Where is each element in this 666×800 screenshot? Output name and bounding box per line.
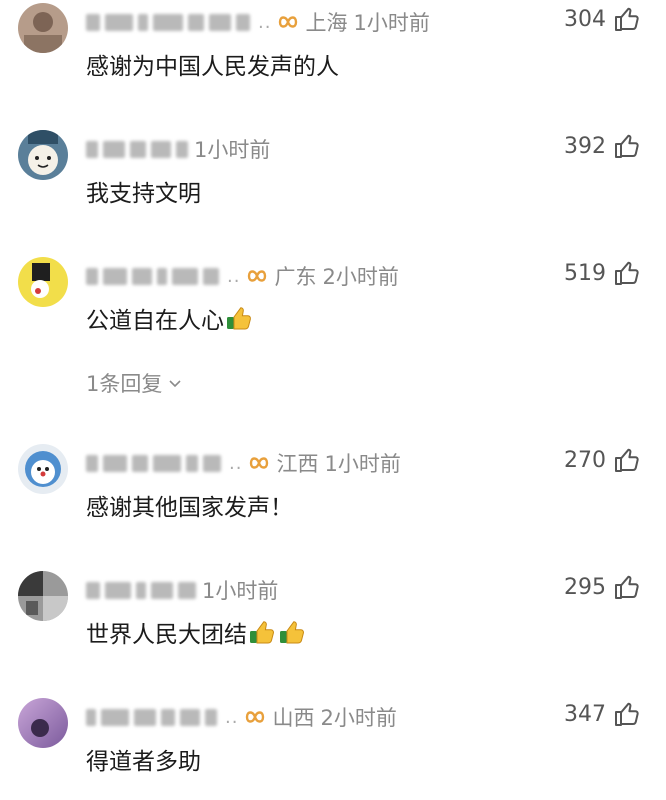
location: 山西 (272, 706, 315, 730)
timestamp: 1小时前 (194, 138, 271, 162)
thumb-up-outline-icon[interactable] (612, 700, 640, 728)
thumb-up-outline-icon[interactable] (612, 259, 640, 287)
comment-list: .. 上海 1小时前 304 感谢为中国人民发声的人 1小时前 392 我支持文… (0, 0, 666, 800)
avatar[interactable] (18, 444, 68, 494)
location: 上海 (305, 11, 348, 35)
like-count: 270 (564, 447, 606, 473)
thumb-up-outline-icon[interactable] (612, 573, 640, 601)
username-blurred[interactable] (86, 581, 196, 599)
location: 江西 (276, 452, 319, 476)
name-ellipsis: .. (258, 11, 272, 33)
thumbs-up-emoji-icon (227, 307, 251, 330)
avatar[interactable] (18, 3, 68, 53)
username-blurred[interactable] (86, 267, 219, 285)
comment-text: 我支持文明 (86, 181, 201, 207)
like-control[interactable]: 295 (564, 573, 640, 601)
like-control[interactable]: 392 (564, 132, 640, 160)
like-control[interactable]: 347 (564, 700, 640, 728)
comment-text: 感谢其他国家发声！ (86, 495, 293, 521)
infinity-badge-icon (246, 711, 265, 723)
name-ellipsis: .. (229, 452, 243, 474)
avatar[interactable] (18, 571, 68, 621)
comment-meta: .. 江西 1小时前 (86, 448, 401, 478)
username-blurred[interactable] (86, 140, 188, 158)
comment-meta: 1小时前 (86, 134, 270, 164)
chevron-down-icon (169, 380, 181, 388)
location: 广东 (274, 265, 317, 289)
infinity-badge-icon (250, 457, 269, 469)
infinity-badge-icon (248, 270, 267, 282)
like-count: 347 (564, 701, 606, 727)
name-ellipsis: .. (225, 706, 239, 728)
comment-text: 公道自在人心 (86, 308, 224, 334)
like-control[interactable]: 519 (564, 259, 640, 287)
comment-meta: .. 广东 2小时前 (86, 261, 399, 291)
infinity-badge-icon (279, 16, 298, 28)
comment-text-row: 世界人民大团结 (86, 615, 307, 649)
comment-meta: 1小时前 (86, 575, 278, 605)
name-ellipsis: .. (227, 265, 241, 287)
thumbs-up-emoji-icon (280, 621, 304, 644)
avatar[interactable] (18, 130, 68, 180)
comment-text: 感谢为中国人民发声的人 (86, 54, 339, 80)
comment-meta: .. 山西 2小时前 (86, 702, 397, 732)
comment-text: 得道者多助 (86, 749, 201, 775)
timestamp: 2小时前 (320, 706, 397, 730)
avatar[interactable] (18, 698, 68, 748)
thumbs-up-emoji-icon (250, 621, 274, 644)
timestamp: 1小时前 (324, 452, 401, 476)
comment-meta: .. 上海 1小时前 (86, 7, 430, 37)
avatar[interactable] (18, 257, 68, 307)
timestamp: 1小时前 (202, 579, 279, 603)
comment-text-row: 公道自在人心 (86, 301, 254, 335)
reply-count-label: 1条回复 (86, 372, 163, 396)
username-blurred[interactable] (86, 454, 221, 472)
thumb-up-outline-icon[interactable] (612, 132, 640, 160)
username-blurred[interactable] (86, 708, 217, 726)
comment-text: 世界人民大团结 (86, 622, 247, 648)
like-count: 392 (564, 133, 606, 159)
username-blurred[interactable] (86, 13, 250, 31)
reply-toggle[interactable]: 1条回复 (86, 368, 182, 398)
timestamp: 1小时前 (353, 11, 430, 35)
like-count: 304 (564, 6, 606, 32)
like-count: 295 (564, 574, 606, 600)
timestamp: 2小时前 (322, 265, 399, 289)
like-count: 519 (564, 260, 606, 286)
like-control[interactable]: 304 (564, 5, 640, 33)
thumb-up-outline-icon[interactable] (612, 5, 640, 33)
thumb-up-outline-icon[interactable] (612, 446, 640, 474)
like-control[interactable]: 270 (564, 446, 640, 474)
